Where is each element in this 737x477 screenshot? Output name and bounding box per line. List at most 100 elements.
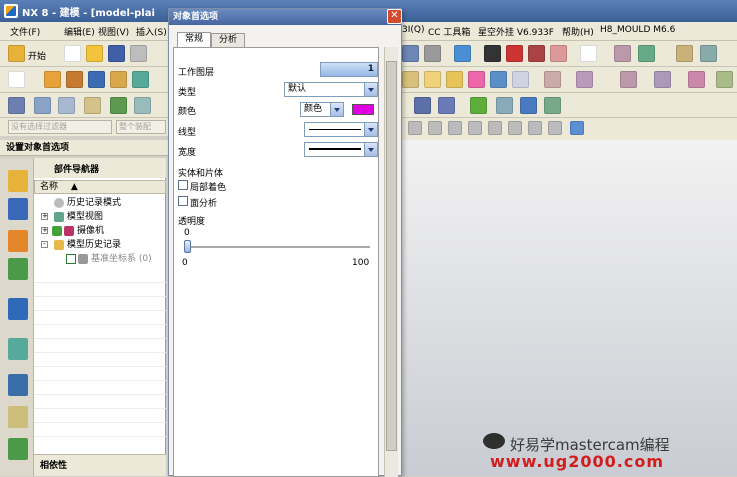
- transparency-slider-track[interactable]: [184, 246, 370, 248]
- cylinder-icon[interactable]: [66, 71, 83, 88]
- tab-general[interactable]: 常规: [177, 32, 211, 48]
- system-materials-icon[interactable]: [8, 406, 28, 428]
- start-label[interactable]: 开始: [28, 49, 46, 62]
- rect-icon[interactable]: [8, 71, 25, 88]
- tool-icon-18[interactable]: [512, 71, 529, 88]
- edit-icon-2[interactable]: [34, 97, 51, 114]
- tool-icon-7[interactable]: [550, 45, 567, 62]
- edit-icon-11[interactable]: [544, 97, 561, 114]
- tool-icon-13[interactable]: [402, 71, 419, 88]
- sphere-icon[interactable]: [110, 71, 127, 88]
- snap-icon-1[interactable]: [408, 121, 422, 135]
- chevron-down-icon[interactable]: [330, 103, 343, 116]
- tab-analysis[interactable]: 分析: [211, 33, 245, 48]
- edit-icon-3[interactable]: [58, 97, 75, 114]
- tool-icon-5[interactable]: [506, 45, 523, 62]
- scrollbar-thumb[interactable]: [386, 61, 397, 451]
- chevron-down-icon[interactable]: [364, 83, 377, 96]
- save-icon[interactable]: [108, 45, 125, 62]
- dialog-title-bar[interactable]: 对象首选项: [169, 9, 401, 25]
- tool-icon-20[interactable]: [576, 71, 593, 88]
- color-dropdown[interactable]: 颜色: [300, 102, 344, 117]
- menu-cc-toolbox[interactable]: CC 工具箱: [428, 25, 470, 38]
- transparency-slider-thumb[interactable]: [184, 240, 191, 253]
- close-icon[interactable]: ✕: [387, 9, 402, 24]
- dependencies-panel-header[interactable]: 相依性: [34, 454, 166, 476]
- tool-icon-11[interactable]: [676, 45, 693, 62]
- tool-icon-16[interactable]: [468, 71, 485, 88]
- menu-file[interactable]: 文件(F): [10, 25, 40, 38]
- tool-icon-21[interactable]: [620, 71, 637, 88]
- tree-row-history-mode[interactable]: 历史记录模式: [34, 196, 166, 210]
- menu-h8-mould[interactable]: H8_MOULD M6.6: [600, 25, 675, 35]
- cut-icon[interactable]: [130, 45, 147, 62]
- dialog-scrollbar[interactable]: [384, 47, 398, 477]
- tree-row-model-views[interactable]: + 模型视图: [34, 210, 166, 224]
- constraint-navigator-icon[interactable]: [8, 198, 28, 220]
- tool-icon-3[interactable]: [454, 45, 471, 62]
- reuse-library-icon[interactable]: [8, 258, 28, 280]
- work-layer-input[interactable]: 1: [320, 62, 378, 77]
- web-browser-icon[interactable]: [8, 298, 28, 320]
- history-icon[interactable]: [8, 338, 28, 360]
- snap-icon-8[interactable]: [548, 121, 562, 135]
- snap-icon-6[interactable]: [508, 121, 522, 135]
- tool-icon-17[interactable]: [490, 71, 507, 88]
- tool-icon-24[interactable]: [716, 71, 733, 88]
- type-filter-combo[interactable]: 没有选择过滤器: [8, 120, 112, 134]
- expand-toggle[interactable]: +: [41, 227, 48, 234]
- menu-3i[interactable]: 3I(Q): [402, 25, 425, 35]
- edit-icon-7[interactable]: [414, 97, 431, 114]
- visibility-checkbox[interactable]: [66, 254, 76, 264]
- snap-icon-9[interactable]: [570, 121, 584, 135]
- edit-icon-8[interactable]: [438, 97, 455, 114]
- checkmark-icon[interactable]: [52, 226, 62, 236]
- linetype-dropdown[interactable]: [304, 122, 378, 137]
- new-icon[interactable]: [64, 45, 81, 62]
- menu-insert[interactable]: 插入(S): [136, 25, 167, 38]
- tool-icon-15[interactable]: [446, 71, 463, 88]
- face-analysis-checkbox[interactable]: [178, 196, 188, 206]
- snap-icon-7[interactable]: [528, 121, 542, 135]
- tool-icon-2[interactable]: [424, 45, 441, 62]
- tool-icon-19[interactable]: [544, 71, 561, 88]
- open-icon[interactable]: [86, 45, 103, 62]
- block-icon[interactable]: [44, 71, 61, 88]
- graphics-window[interactable]: [392, 140, 737, 476]
- chevron-down-icon[interactable]: [364, 143, 377, 156]
- tool-icon-10[interactable]: [638, 45, 655, 62]
- tool-icon-14[interactable]: [424, 71, 441, 88]
- tool-icon-23[interactable]: [688, 71, 705, 88]
- tool-icon-4[interactable]: [484, 45, 501, 62]
- tool-icon-8[interactable]: [580, 45, 597, 62]
- tree-row-model-history[interactable]: - 模型历史记录: [34, 238, 166, 252]
- partial-shading-checkbox[interactable]: [178, 180, 188, 190]
- tool-icon-12[interactable]: [700, 45, 717, 62]
- chevron-down-icon[interactable]: [364, 123, 377, 136]
- edit-icon-4[interactable]: [84, 97, 101, 114]
- cone-icon[interactable]: [88, 71, 105, 88]
- tool-icon-1[interactable]: [402, 45, 419, 62]
- scope-filter-combo[interactable]: 整个装配: [116, 120, 166, 134]
- type-dropdown[interactable]: 默认: [284, 82, 378, 97]
- expand-toggle[interactable]: -: [41, 241, 48, 248]
- edit-icon-6[interactable]: [134, 97, 151, 114]
- clock-icon[interactable]: [8, 374, 28, 396]
- tool-icon-9[interactable]: [614, 45, 631, 62]
- edit-icon-1[interactable]: [8, 97, 25, 114]
- tool-icon-22[interactable]: [654, 71, 671, 88]
- edit-icon-5[interactable]: [110, 97, 127, 114]
- snap-icon-2[interactable]: [428, 121, 442, 135]
- tree-row-datum-csys[interactable]: 基准坐标系 (0): [34, 252, 166, 266]
- snap-icon-3[interactable]: [448, 121, 462, 135]
- color-swatch[interactable]: [352, 104, 374, 115]
- tool-icon-6[interactable]: [528, 45, 545, 62]
- start-icon[interactable]: [8, 45, 25, 62]
- edit-icon-10[interactable]: [520, 97, 537, 114]
- edit-icon-9[interactable]: [496, 97, 513, 114]
- snap-icon-4[interactable]: [468, 121, 482, 135]
- snap-icon-5[interactable]: [488, 121, 502, 135]
- assembly-navigator-icon[interactable]: [8, 170, 28, 192]
- expand-toggle[interactable]: +: [41, 213, 48, 220]
- roles-icon[interactable]: [8, 438, 28, 460]
